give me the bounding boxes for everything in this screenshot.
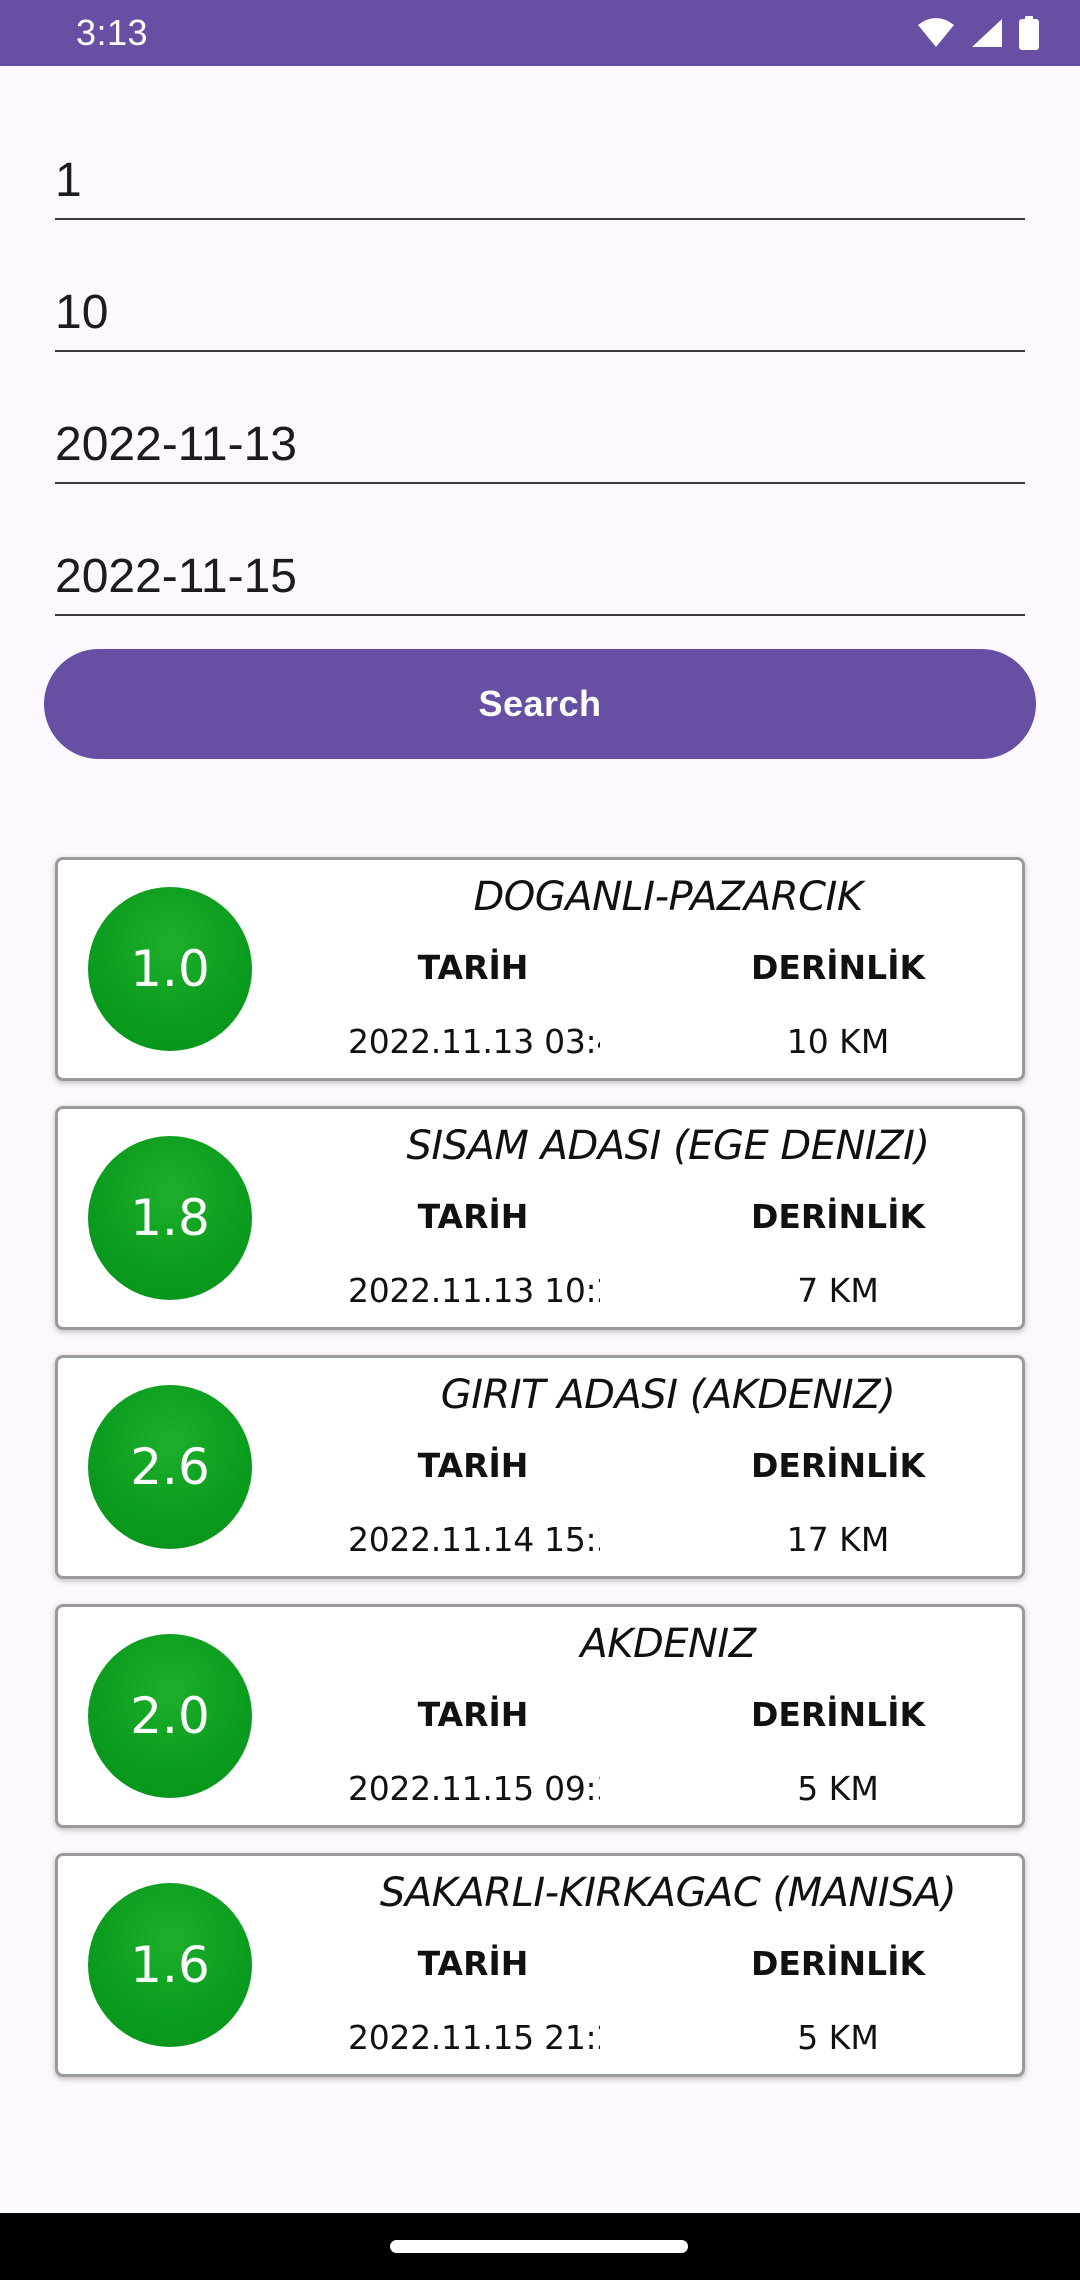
earthquake-card[interactable]: 2.0 AKDENIZ TARİH DERİNLİK 2022.11.15 09… [55,1604,1025,1828]
depth-label: DERİNLİK [750,1197,926,1236]
magnitude-badge: 2.6 [88,1385,252,1549]
depth-label: DERİNLİK [750,1944,926,1983]
magnitude-badge: 1.6 [88,1883,252,2047]
date-value: 2022.11.13 10:23: [348,1271,600,1310]
date-value: 2022.11.13 03:40: [348,1022,600,1061]
location-name: AKDENIZ [580,1621,756,1667]
date-value: 2022.11.15 09:32: [348,1769,600,1808]
battery-icon [1019,16,1039,50]
min-magnitude-input[interactable] [55,153,1025,208]
location-name: DOGANLI-PAZARCIK [473,874,863,920]
depth-label: DERİNLİK [750,948,926,987]
date-label: TARİH [417,948,529,987]
depth-label: DERİNLİK [750,1695,926,1734]
date-value: 2022.11.14 15:59: [348,1520,600,1559]
end-date-input[interactable] [55,549,1025,604]
date-label: TARİH [417,1446,529,1485]
home-gesture-handle[interactable] [390,2240,688,2253]
date-label: TARİH [417,1944,529,1983]
location-name: SISAM ADASI (EGE DENIZI) [406,1123,930,1169]
start-date-field[interactable] [55,392,1025,484]
earthquake-card[interactable]: 1.6 SAKARLI-KIRKAGAC (MANISA) TARİH DERİ… [55,1853,1025,2077]
start-date-input[interactable] [55,417,1025,472]
magnitude-badge: 2.0 [88,1634,252,1798]
location-name: GIRIT ADASI (AKDENIZ) [440,1372,896,1418]
max-magnitude-input[interactable] [55,285,1025,340]
status-icons [916,14,1040,52]
depth-value: 5 KM [797,2018,879,2057]
status-time: 3:13 [76,12,149,53]
max-magnitude-field[interactable] [55,260,1025,352]
magnitude-badge: 1.0 [88,887,252,1051]
status-bar: 3:13 [0,0,1080,66]
wifi-icon [918,18,954,47]
depth-value: 7 KM [797,1271,879,1310]
depth-value: 5 KM [797,1769,879,1808]
date-value: 2022.11.15 21:23: [348,2018,600,2057]
earthquake-card[interactable]: 1.8 SISAM ADASI (EGE DENIZI) TARİH DERİN… [55,1106,1025,1330]
end-date-field[interactable] [55,524,1025,616]
search-button[interactable]: Search [44,649,1036,759]
earthquake-card[interactable]: 2.6 GIRIT ADASI (AKDENIZ) TARİH DERİNLİK… [55,1355,1025,1579]
earthquake-card[interactable]: 1.0 DOGANLI-PAZARCIK TARİH DERİNLİK 2022… [55,857,1025,1081]
location-name: SAKARLI-KIRKAGAC (MANISA) [379,1870,957,1916]
cellular-signal-icon [972,19,1002,47]
depth-value: 10 KM [786,1022,890,1061]
min-magnitude-field[interactable] [55,128,1025,220]
date-label: TARİH [417,1197,529,1236]
magnitude-badge: 1.8 [88,1136,252,1300]
date-label: TARİH [417,1695,529,1734]
depth-value: 17 KM [786,1520,890,1559]
depth-label: DERİNLİK [750,1446,926,1485]
